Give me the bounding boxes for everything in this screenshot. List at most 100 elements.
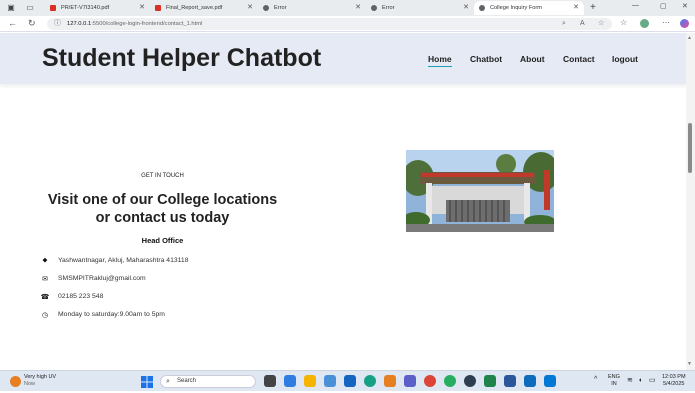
- lang-top: ENG: [608, 374, 620, 380]
- page-scrollbar[interactable]: ▲ ▼: [686, 33, 695, 370]
- word-icon[interactable]: [504, 375, 516, 387]
- office-title: Head Office: [141, 236, 184, 245]
- section-kicker: GET IN TOUCH: [141, 173, 184, 179]
- search-icon: ⌕: [166, 378, 170, 385]
- volume-icon[interactable]: ◖: [638, 377, 642, 384]
- search-placeholder: Search: [177, 378, 197, 384]
- close-icon[interactable]: ✕: [463, 1, 469, 15]
- globe-icon: [371, 5, 377, 11]
- teams-icon[interactable]: [404, 375, 416, 387]
- map-pin-icon: ⬥: [42, 257, 48, 264]
- browser-toolbar: ← ↻ ⓘ 127.0.0.1:5500/college-login-front…: [0, 16, 695, 32]
- close-icon[interactable]: ✕: [573, 1, 579, 15]
- browser-tab[interactable]: PR/ET-V7I3140.pdf ✕: [45, 1, 150, 15]
- read-aloud-icon[interactable]: A: [580, 18, 585, 30]
- phone-icon: ☎: [40, 294, 50, 301]
- more-menu-icon[interactable]: ⋯: [662, 18, 670, 27]
- profile-avatar[interactable]: [640, 19, 649, 28]
- college-gate-image: [406, 150, 554, 232]
- start-icon[interactable]: [141, 375, 153, 388]
- clock-icon: ◷: [41, 312, 49, 319]
- close-icon[interactable]: ✕: [139, 1, 145, 15]
- scroll-up-icon[interactable]: ▲: [687, 35, 692, 41]
- college-photo: [406, 150, 554, 232]
- clock[interactable]: 12:03 PM 5/4/2025: [662, 374, 686, 388]
- nav-about[interactable]: About: [520, 54, 545, 64]
- outlook-icon[interactable]: [344, 375, 356, 387]
- tab-title: Error: [274, 5, 287, 11]
- address-text: Yashwantnagar, Akluj, Maharashtra 413118: [58, 257, 189, 264]
- chrome-icon[interactable]: [424, 375, 436, 387]
- email-icon: ✉: [42, 276, 48, 283]
- address-bar[interactable]: ⓘ 127.0.0.1:5500/college-login-frontend/…: [47, 18, 612, 30]
- phone-text[interactable]: 02185 223 548: [58, 293, 103, 300]
- task-view-icon[interactable]: [264, 375, 276, 387]
- browser-tab[interactable]: Error ✕: [366, 1, 474, 15]
- close-icon[interactable]: ✕: [355, 1, 361, 15]
- nav-chatbot[interactable]: Chatbot: [470, 54, 502, 64]
- minimize-icon[interactable]: —: [632, 2, 639, 9]
- date-text: 5/4/2025: [663, 381, 685, 387]
- browser-tab-active[interactable]: College Inquiry Form ✕: [474, 1, 584, 15]
- nav-logout[interactable]: logout: [612, 54, 638, 64]
- browser-tab[interactable]: Error ✕: [258, 1, 366, 15]
- site-info-icon[interactable]: ⓘ: [54, 18, 61, 30]
- email-text[interactable]: SMSMPITRakluj@gmail.com: [58, 275, 146, 282]
- sun-icon: [10, 376, 21, 387]
- tab-actions-icon[interactable]: ▣: [6, 3, 16, 13]
- battery-icon[interactable]: ▭: [649, 377, 656, 384]
- site-header: Student Helper Chatbot Home Chatbot Abou…: [0, 33, 686, 84]
- time-text: 12:03 PM: [662, 374, 686, 380]
- lang-bottom: IN: [611, 381, 617, 387]
- windows-taskbar: Very high UV Now ⌕ Search ^ ENG IN ≋ ◖ ▭…: [0, 370, 695, 391]
- scrollbar-thumb[interactable]: [688, 123, 692, 173]
- file-explorer-icon[interactable]: [304, 375, 316, 387]
- tab-title: Final_Report_save.pdf: [166, 5, 223, 11]
- url-path: :5500/college-login-frontend/contact_1.h…: [91, 21, 203, 27]
- browser-tab[interactable]: Final_Report_save.pdf ✕: [150, 1, 258, 15]
- nav-home[interactable]: Home: [428, 54, 452, 67]
- vscode-icon[interactable]: [544, 375, 556, 387]
- contact-headline: Visit one of our College locations or co…: [47, 192, 278, 226]
- widgets-icon[interactable]: [284, 375, 296, 387]
- site-brand[interactable]: Student Helper Chatbot: [42, 44, 321, 73]
- tab-title: College Inquiry Form: [490, 5, 542, 11]
- language-indicator[interactable]: ENG IN: [608, 374, 620, 388]
- edge-icon[interactable]: [364, 375, 376, 387]
- browser-tab-strip: ▣ ▭ PR/ET-V7I3140.pdf ✕ Final_Report_sav…: [0, 0, 695, 16]
- weather-sub: Now: [24, 381, 36, 387]
- weather-title: Very high UV: [24, 374, 57, 380]
- window-close-icon[interactable]: ✕: [682, 2, 688, 10]
- scroll-down-icon[interactable]: ▼: [687, 361, 692, 367]
- app-icon[interactable]: [464, 375, 476, 387]
- tab-title: PR/ET-V7I3140.pdf: [61, 5, 110, 11]
- url-host: 127.0.0.1: [67, 21, 92, 27]
- tray-chevron-icon[interactable]: ^: [594, 376, 597, 383]
- reload-icon[interactable]: ↻: [28, 18, 36, 29]
- new-tab-icon[interactable]: +: [590, 2, 596, 13]
- app-icon[interactable]: [444, 375, 456, 387]
- weather-widget[interactable]: Very high UV Now: [10, 374, 56, 388]
- app-icon[interactable]: [524, 375, 536, 387]
- tab-search-icon[interactable]: ▭: [25, 3, 35, 13]
- taskbar-search[interactable]: ⌕ Search: [160, 375, 256, 388]
- globe-icon: [263, 5, 269, 11]
- pdf-icon: [50, 5, 56, 11]
- close-icon[interactable]: ✕: [247, 1, 253, 15]
- pdf-icon: [155, 5, 161, 11]
- zoom-icon[interactable]: ⌕: [562, 18, 566, 30]
- hours-text: Monday to saturday:9.00am to 5pm: [58, 311, 165, 318]
- app-icon[interactable]: [384, 375, 396, 387]
- copilot-icon[interactable]: [680, 19, 689, 28]
- nav-contact[interactable]: Contact: [563, 54, 595, 64]
- back-icon[interactable]: ←: [8, 18, 17, 28]
- web-page: Student Helper Chatbot Home Chatbot Abou…: [0, 33, 686, 370]
- tab-title: Error: [382, 5, 395, 11]
- wifi-icon[interactable]: ≋: [627, 377, 633, 384]
- globe-icon: [479, 5, 485, 11]
- favorite-star-icon[interactable]: ☆: [598, 18, 604, 30]
- app-icon[interactable]: [324, 375, 336, 387]
- maximize-icon[interactable]: ▢: [660, 2, 667, 10]
- favorites-icon[interactable]: ☆: [620, 18, 627, 27]
- excel-icon[interactable]: [484, 375, 496, 387]
